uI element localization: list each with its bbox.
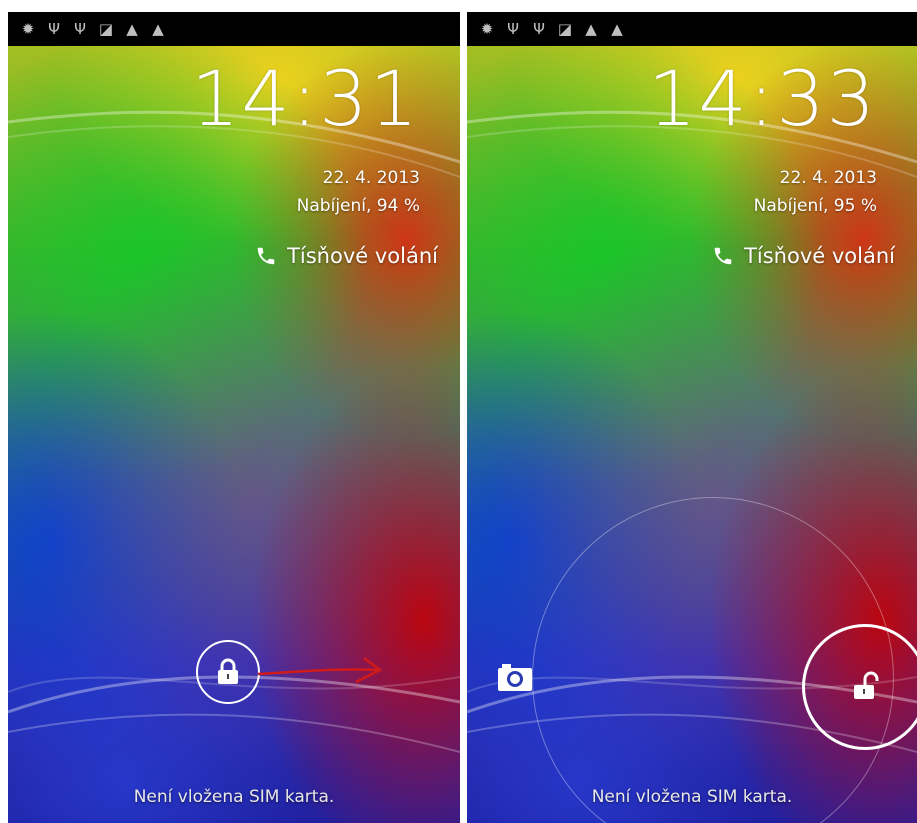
clock: 14:33: [647, 54, 877, 143]
status-bar: ✹ Ψ Ψ ◪ ▲ ▲: [467, 12, 917, 46]
usb-icon: Ψ: [48, 19, 60, 38]
camera-target[interactable]: [497, 662, 533, 696]
phone-icon: [257, 247, 275, 265]
sim-status: Není vložena SIM karta.: [133, 787, 335, 807]
lockscreen-left: ✹ Ψ Ψ ◪ ▲ ▲ 14:31 22. 4. 2013 Nabíjení, …: [8, 12, 460, 823]
date: 22. 4. 2013: [322, 168, 420, 188]
charging-status: Nabíjení, 95 %: [753, 196, 877, 216]
sim-status: Není vložena SIM karta.: [591, 787, 793, 807]
date: 22. 4. 2013: [779, 168, 877, 188]
usb-icon: Ψ: [507, 19, 519, 38]
warning-icon: ▲: [611, 19, 623, 38]
phone-icon: [714, 247, 732, 265]
clock: 14:31: [190, 54, 420, 143]
camera-icon: [498, 664, 532, 691]
swipe-arrow: [257, 657, 383, 684]
warning-icon: ▲: [585, 19, 597, 38]
emergency-call-button[interactable]: Tísňové volání: [712, 244, 895, 268]
no-sim-icon: ◪: [98, 19, 114, 38]
lock-closed-icon: [218, 658, 238, 684]
status-bar: ✹ Ψ Ψ ◪ ▲ ▲: [8, 12, 460, 46]
android-debug-icon: ✹: [21, 19, 35, 38]
lock-handle[interactable]: [196, 640, 260, 704]
lock-handle[interactable]: [802, 624, 917, 750]
emergency-call-label: Tísňové volání: [287, 244, 438, 268]
charging-status: Nabíjení, 94 %: [296, 196, 420, 216]
android-debug-icon: ✹: [480, 19, 494, 38]
emergency-call-button[interactable]: Tísňové volání: [255, 244, 438, 268]
lock-open-icon: [854, 671, 879, 699]
warning-icon: ▲: [126, 19, 138, 38]
no-sim-icon: ◪: [557, 19, 573, 38]
emergency-call-label: Tísňové volání: [744, 244, 895, 268]
usb-icon: Ψ: [533, 19, 545, 38]
lockscreen-right: ✹ Ψ Ψ ◪ ▲ ▲ 14:33 22. 4. 2013 Nabíjení, …: [467, 12, 917, 823]
usb-icon: Ψ: [74, 19, 86, 38]
warning-icon: ▲: [152, 19, 164, 38]
